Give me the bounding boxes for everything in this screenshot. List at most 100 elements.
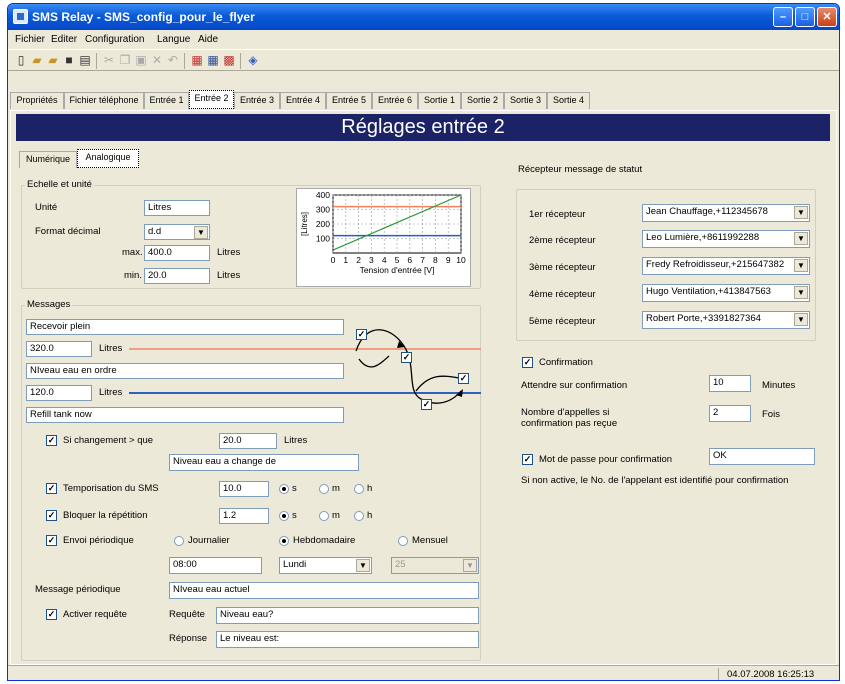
- delay-unit-s-radio[interactable]: [279, 484, 289, 494]
- open-folder-icon[interactable]: ▰: [30, 53, 44, 67]
- maximize-button[interactable]: □: [795, 7, 815, 27]
- device-icon[interactable]: ▩: [222, 53, 236, 67]
- block-unit-m-radio[interactable]: [319, 511, 329, 521]
- tab-sortie-4[interactable]: Sortie 4: [547, 92, 590, 109]
- chevron-down-icon[interactable]: ▼: [356, 559, 370, 572]
- tab-entree-5[interactable]: Entrée 5: [326, 92, 372, 109]
- chart-x-tick-label: 3: [369, 255, 374, 265]
- chevron-down-icon[interactable]: ▼: [794, 232, 808, 245]
- help-book-icon[interactable]: ◈: [246, 53, 260, 67]
- chart-y-tick-label: 300: [316, 205, 330, 215]
- delay-unit-m-radio[interactable]: [319, 484, 329, 494]
- periodic-checkbox[interactable]: ✓: [46, 535, 57, 546]
- monthly-radio[interactable]: [398, 536, 408, 546]
- password-checkbox[interactable]: ✓: [522, 454, 533, 465]
- menu-aide[interactable]: Aide: [198, 34, 218, 45]
- tab-entree-1[interactable]: Entrée 1: [144, 92, 189, 109]
- min-input[interactable]: 20.0: [144, 268, 210, 284]
- wait-input[interactable]: 10: [709, 375, 751, 392]
- block-unit-s-radio[interactable]: [279, 511, 289, 521]
- block-unit-h-radio[interactable]: [354, 511, 364, 521]
- tab-sortie-3[interactable]: Sortie 3: [504, 92, 547, 109]
- paste-icon[interactable]: ▣: [134, 53, 148, 67]
- save-icon[interactable]: ■: [62, 53, 76, 67]
- block-checkbox[interactable]: ✓: [46, 510, 57, 521]
- chevron-down-icon[interactable]: ▼: [794, 286, 808, 299]
- tab-fichier-telephone[interactable]: Fichier téléphone: [64, 92, 144, 109]
- menu-langue[interactable]: Langue: [157, 34, 190, 45]
- password-input[interactable]: OK: [709, 448, 815, 465]
- periodic-day-select[interactable]: Lundi ▼: [279, 557, 372, 574]
- request-answer-input[interactable]: Le niveau est:: [216, 631, 479, 648]
- count-input[interactable]: 2: [709, 405, 751, 422]
- periodic-message-input[interactable]: NIveau eau actuel: [169, 582, 479, 599]
- block-input[interactable]: 1.2: [219, 508, 269, 524]
- menu-fichier[interactable]: Fichier: [15, 34, 45, 45]
- receiver-2-select[interactable]: Leo Lumière,+8611992288 ▼: [642, 230, 810, 248]
- chart-y-axis-label: [Litres]: [300, 212, 309, 236]
- receiver-5-select[interactable]: Robert Porte,+3391827364 ▼: [642, 311, 810, 329]
- change-checkbox[interactable]: ✓: [46, 435, 57, 446]
- request-checkbox[interactable]: ✓: [46, 609, 57, 620]
- tab-entree-6[interactable]: Entrée 6: [372, 92, 418, 109]
- tab-sortie-2[interactable]: Sortie 2: [461, 92, 504, 109]
- format-select[interactable]: d.d ▼: [144, 224, 210, 240]
- chevron-down-icon[interactable]: ▼: [194, 226, 208, 239]
- tab-entree-3[interactable]: Entrée 3: [234, 92, 280, 109]
- request-label: Activer requête: [63, 609, 127, 620]
- menu-editer[interactable]: Editer: [51, 34, 77, 45]
- confirmation-label: Confirmation: [539, 357, 593, 368]
- close-button[interactable]: ✕: [817, 7, 837, 27]
- chevron-down-icon[interactable]: ▼: [794, 259, 808, 272]
- check-mid-up[interactable]: ✓: [401, 352, 412, 363]
- unit-input[interactable]: Litres: [144, 200, 210, 216]
- chart-x-tick-label: 9: [446, 255, 451, 265]
- wait-unit: Minutes: [762, 380, 796, 391]
- window-title: SMS Relay - SMS_config_pour_le_flyer: [32, 10, 255, 24]
- check-mid-down[interactable]: ✓: [458, 373, 469, 384]
- cut-icon[interactable]: ✂: [102, 53, 116, 67]
- messages-group-title: Messages: [25, 299, 73, 310]
- scale-group-title: Echelle et unité: [25, 179, 94, 190]
- delete-icon[interactable]: ✕: [150, 53, 164, 67]
- tab-sortie-1[interactable]: Sortie 1: [418, 92, 461, 109]
- tab-entree-2[interactable]: Entrée 2: [189, 90, 234, 109]
- count-label: Nombre d'appelles si confirmation pas re…: [521, 407, 618, 429]
- chevron-down-icon[interactable]: ▼: [794, 313, 808, 326]
- upload-config-icon[interactable]: ▦: [190, 53, 204, 67]
- open-recent-icon[interactable]: ▰: [46, 53, 60, 67]
- delay-checkbox[interactable]: ✓: [46, 483, 57, 494]
- minimize-button[interactable]: –: [773, 7, 793, 27]
- chevron-down-icon[interactable]: ▼: [794, 206, 808, 219]
- undo-icon[interactable]: ↶: [166, 53, 180, 67]
- daily-radio[interactable]: [174, 536, 184, 546]
- tab-proprietes[interactable]: Propriétés: [10, 92, 64, 109]
- max-input[interactable]: 400.0: [144, 245, 210, 261]
- change-value-input[interactable]: 20.0: [219, 433, 277, 449]
- app-icon: [13, 9, 28, 24]
- receiver-1-select[interactable]: Jean Chauffage,+112345678 ▼: [642, 204, 810, 222]
- copy-icon[interactable]: ❐: [118, 53, 132, 67]
- request-question-label: Requête: [169, 609, 205, 620]
- format-label: Format décimal: [35, 226, 101, 237]
- receiver-4-select[interactable]: Hugo Ventilation,+413847563 ▼: [642, 284, 810, 302]
- delay-input[interactable]: 10.0: [219, 481, 269, 497]
- check-low[interactable]: ✓: [421, 399, 432, 410]
- delay-unit-h-radio[interactable]: [354, 484, 364, 494]
- print-icon[interactable]: ▤: [78, 53, 92, 67]
- receiver-3-select[interactable]: Fredy Refroidisseur,+215647382 ▼: [642, 257, 810, 275]
- new-file-icon[interactable]: ▯: [14, 53, 28, 67]
- periodic-time-input[interactable]: 08:00: [169, 557, 262, 574]
- confirmation-checkbox[interactable]: ✓: [522, 357, 533, 368]
- weekly-radio[interactable]: [279, 536, 289, 546]
- subtab-numerique[interactable]: Numérique: [19, 151, 77, 168]
- menu-configuration[interactable]: Configuration: [85, 34, 144, 45]
- change-message-input[interactable]: Niveau eau a change de: [169, 454, 359, 471]
- tab-entree-4[interactable]: Entrée 4: [280, 92, 326, 109]
- title-bar[interactable]: SMS Relay - SMS_config_pour_le_flyer – □…: [8, 4, 839, 30]
- page-title: Réglages entrée 2: [16, 114, 830, 141]
- check-high[interactable]: ✓: [356, 329, 367, 340]
- subtab-analogique[interactable]: Analogique: [77, 149, 139, 168]
- download-config-icon[interactable]: ▦: [206, 53, 220, 67]
- request-question-input[interactable]: Niveau eau?: [216, 607, 479, 624]
